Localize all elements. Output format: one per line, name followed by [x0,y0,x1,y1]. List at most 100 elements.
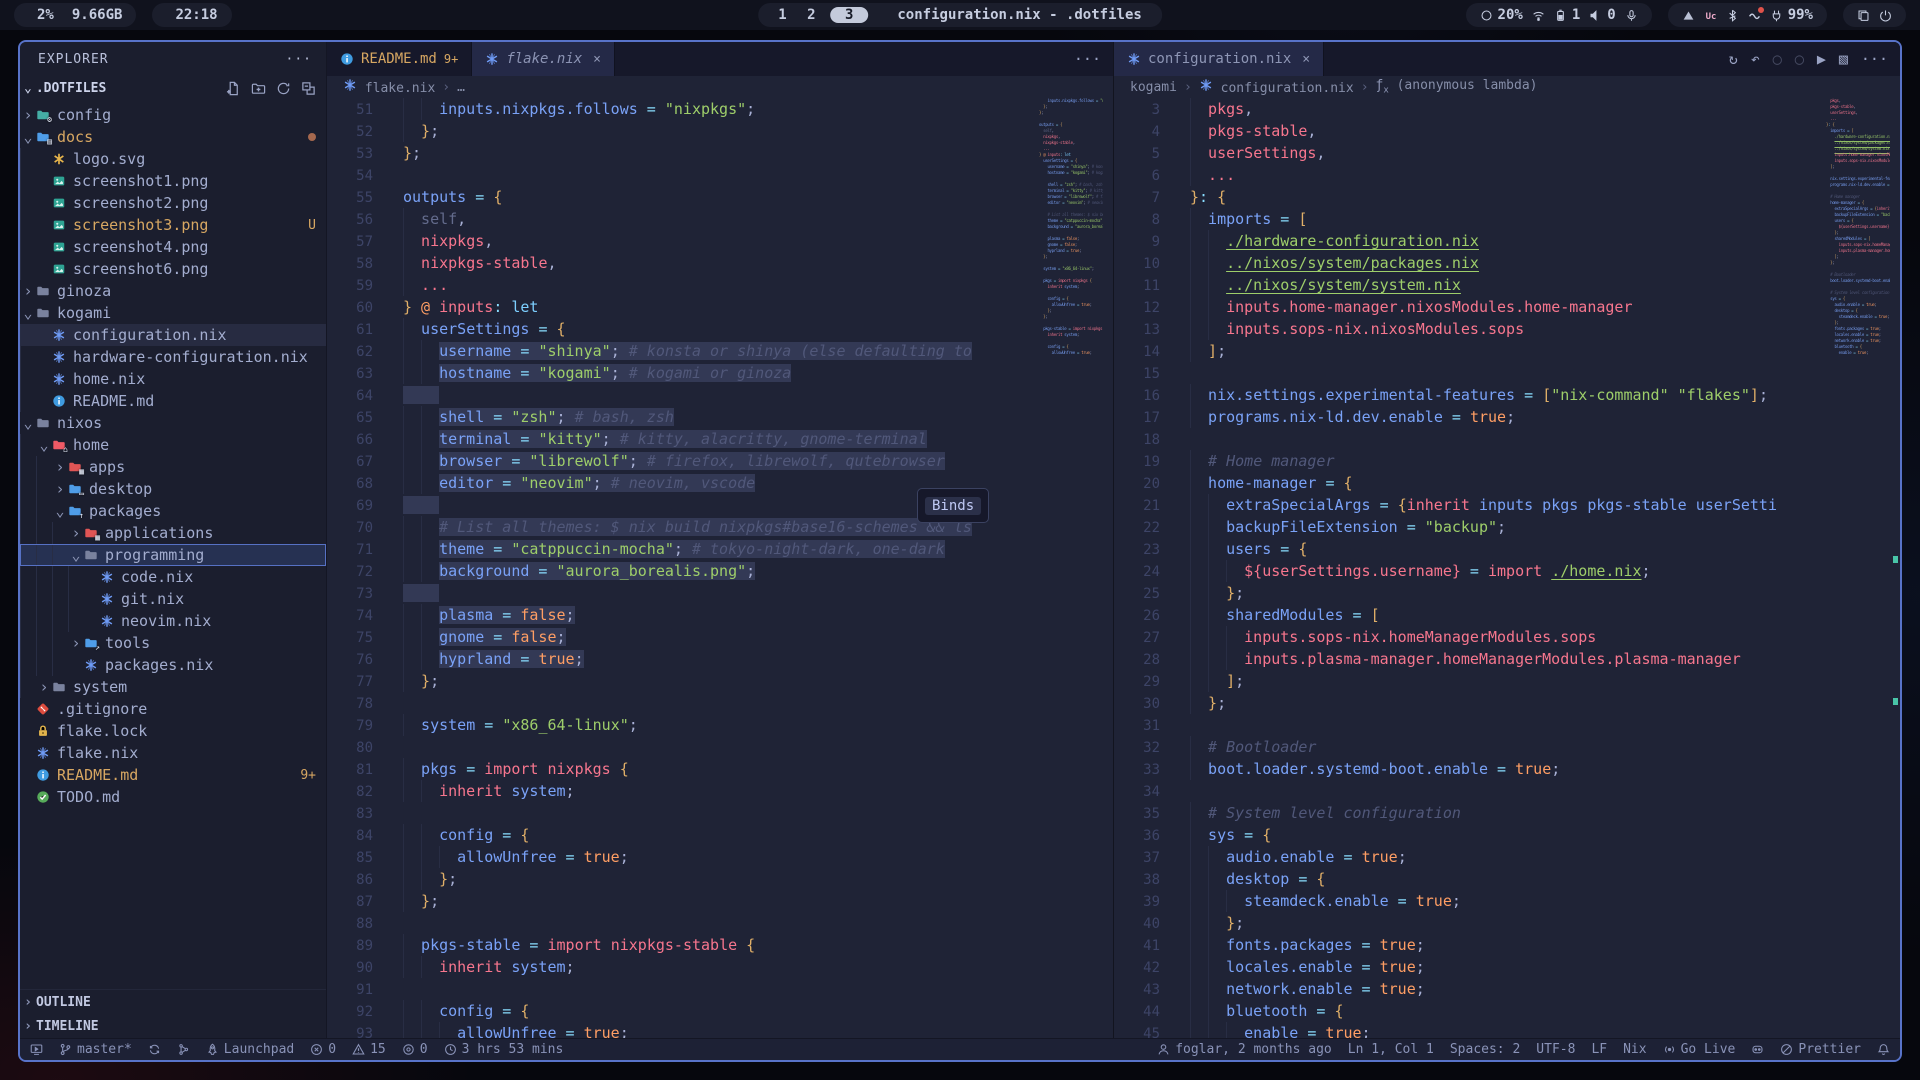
tab-configuration.nix[interactable]: configuration.nix× [1114,42,1324,76]
workspace-section-header[interactable]: ⌄ .DOTFILES [20,76,326,100]
code-line-85[interactable]: 85 allowUnfree = true; [327,846,1037,868]
code-line-19[interactable]: 19 # Home manager [1114,450,1824,472]
code-editor[interactable]: 51 inputs.nixpkgs.follows = "nixpkgs";52… [327,98,1113,1038]
battery-item[interactable]: 1 [1554,7,1580,23]
code-line-81[interactable]: 81 pkgs = import nixpkgs { [327,758,1037,780]
code-line-13[interactable]: 13 inputs.sops-nix.nixosModules.sops [1114,318,1824,340]
code-line-83[interactable]: 83 [327,802,1037,824]
code-line-93[interactable]: 93 allowUnfree = true; [327,1022,1037,1038]
workspace-3[interactable]: 3 [830,7,868,23]
close-tab-icon[interactable]: × [593,52,601,67]
session-module[interactable] [1843,3,1906,27]
collapse-icon[interactable] [301,81,316,96]
tray-uc-item[interactable]: Uc [1704,9,1717,22]
status-utf-8[interactable]: UTF-8 [1536,1042,1575,1057]
status-nix[interactable]: Nix [1623,1042,1646,1057]
status-lf[interactable]: LF [1591,1042,1607,1057]
code-line-84[interactable]: 84 config = { [327,824,1037,846]
status-foglar-2-months-ago[interactable]: foglar, 2 months ago [1157,1042,1332,1057]
code-line-58[interactable]: 58 nixpkgs-stable, [327,252,1037,274]
code-line-33[interactable]: 33 boot.loader.systemd-boot.enable = tru… [1114,758,1824,780]
code-editor[interactable]: 3 pkgs,4 pkgs-stable,5 userSettings,6 ..… [1114,98,1900,1038]
hardware-module[interactable]: 20% 10 [1466,3,1652,27]
status-bell-icon[interactable] [1877,1043,1890,1056]
tree-item-screenshot2.png[interactable]: screenshot2.png [20,192,326,214]
code-line-20[interactable]: 20 home-manager = { [1114,472,1824,494]
code-line-60[interactable]: 60} @ inputs: let [327,296,1037,318]
code-line-90[interactable]: 90 inherit system; [327,956,1037,978]
code-line-78[interactable]: 78 [327,692,1037,714]
code-line-73[interactable]: 73 [327,582,1037,604]
status-copilot-icon[interactable] [1751,1043,1764,1056]
code-line-55[interactable]: 55outputs = { [327,186,1037,208]
code-line-75[interactable]: 75 gnome = false; [327,626,1037,648]
code-line-71[interactable]: 71 theme = "catppuccin-mocha"; # tokyo-n… [327,538,1037,560]
status-git-graph-icon[interactable] [177,1043,190,1056]
code-line-43[interactable]: 43 network.enable = true; [1114,978,1824,1000]
code-line-29[interactable]: 29 ]; [1114,670,1824,692]
status-sync-icon[interactable] [148,1043,161,1056]
file-history-icon[interactable]: ↻ [1729,50,1738,68]
tree-item-configuration.nix[interactable]: configuration.nix [20,324,326,346]
code-line-7[interactable]: 7}: { [1114,186,1824,208]
code-line-14[interactable]: 14 ]; [1114,340,1824,362]
tree-item-flake.nix[interactable]: flake.nix [20,742,326,764]
code-line-66[interactable]: 66 terminal = "kitty"; # kitty, alacritt… [327,428,1037,450]
code-line-88[interactable]: 88 [327,912,1037,934]
ring-item[interactable]: 20% [1480,7,1523,23]
code-line-53[interactable]: 53}; [327,142,1037,164]
code-line-3[interactable]: 3 pkgs, [1114,98,1824,120]
code-line-67[interactable]: 67 browser = "librewolf"; # firefox, lib… [327,450,1037,472]
code-line-41[interactable]: 41 fonts.packages = true; [1114,934,1824,956]
code-line-40[interactable]: 40 }; [1114,912,1824,934]
minimap[interactable]: pkgs, pkgs-stable, userSettings, ...}: {… [1826,98,1890,1038]
minimap[interactable]: inputs.nixpkgs.follows = "nixpkgs"; };};… [1039,98,1103,1038]
tree-item-kogami[interactable]: ⌄kogami [20,302,326,324]
speaker-item[interactable]: 0 [1589,7,1615,23]
bluetooth-item[interactable] [1726,9,1739,22]
tree-item-hardware-configuration.nix[interactable]: hardware-configuration.nix [20,346,326,368]
timeline-section[interactable]: › TIMELINE [20,1014,326,1038]
tree-item-programming[interactable]: ⌄programming [20,544,326,566]
tree-item-logo.svg[interactable]: logo.svg [20,148,326,170]
code-line-65[interactable]: 65 shell = "zsh"; # bash, zsh [327,406,1037,428]
breadcrumbs[interactable]: flake.nix›… [327,76,1113,98]
code-line-86[interactable]: 86 }; [327,868,1037,890]
tree-item-apps[interactable]: ›▦apps [20,456,326,478]
tree-item-home.nix[interactable]: home.nix [20,368,326,390]
code-line-79[interactable]: 79 system = "x86_64-linux"; [327,714,1037,736]
code-line-89[interactable]: 89 pkgs-stable = import nixpkgs-stable { [327,934,1037,956]
code-line-26[interactable]: 26 sharedModules = [ [1114,604,1824,626]
breadcrumbs[interactable]: kogami› configuration.nix›ƒx (anonymous … [1114,76,1900,98]
status-launchpad[interactable]: Launchpad [206,1042,294,1057]
code-line-27[interactable]: 27 inputs.sops-nix.homeManagerModules.so… [1114,626,1824,648]
tree-item-nixos[interactable]: ⌄nixos [20,412,326,434]
system-stats-module[interactable]: 2% 9.66GB [14,3,136,27]
next-change-icon[interactable]: ◯ [1795,50,1804,68]
code-line-74[interactable]: 74 plasma = false; [327,604,1037,626]
code-line-80[interactable]: 80 [327,736,1037,758]
tree-item-home[interactable]: ⌄⌂home [20,434,326,456]
clipboard-item[interactable] [1857,9,1870,22]
code-line-23[interactable]: 23 users = { [1114,538,1824,560]
code-line-61[interactable]: 61 userSettings = { [327,318,1037,340]
status-3-hrs-53-mins[interactable]: 3 hrs 53 mins [444,1042,564,1057]
code-line-52[interactable]: 52 }; [327,120,1037,142]
tree-item-tools[interactable]: ›↗tools [20,632,326,654]
workspace-1[interactable]: 1 [772,7,792,23]
status-15[interactable]: 15 [352,1042,386,1057]
run-code-icon[interactable]: ▶ [1817,50,1826,68]
code-line-6[interactable]: 6 ... [1114,164,1824,186]
code-line-22[interactable]: 22 backupFileExtension = "backup"; [1114,516,1824,538]
tree-item-ginoza[interactable]: ›ginoza [20,280,326,302]
tree-item-neovim.nix[interactable]: neovim.nix [20,610,326,632]
status-ln-1-col-1[interactable]: Ln 1, Col 1 [1348,1042,1434,1057]
code-line-15[interactable]: 15 [1114,362,1824,384]
code-line-5[interactable]: 5 userSettings, [1114,142,1824,164]
workspace-2[interactable]: 2 [801,7,821,23]
code-line-36[interactable]: 36 sys = { [1114,824,1824,846]
tree-item-packages[interactable]: ⌄↑packages [20,500,326,522]
code-line-82[interactable]: 82 inherit system; [327,780,1037,802]
code-line-76[interactable]: 76 hyprland = true; [327,648,1037,670]
code-line-51[interactable]: 51 inputs.nixpkgs.follows = "nixpkgs"; [327,98,1037,120]
